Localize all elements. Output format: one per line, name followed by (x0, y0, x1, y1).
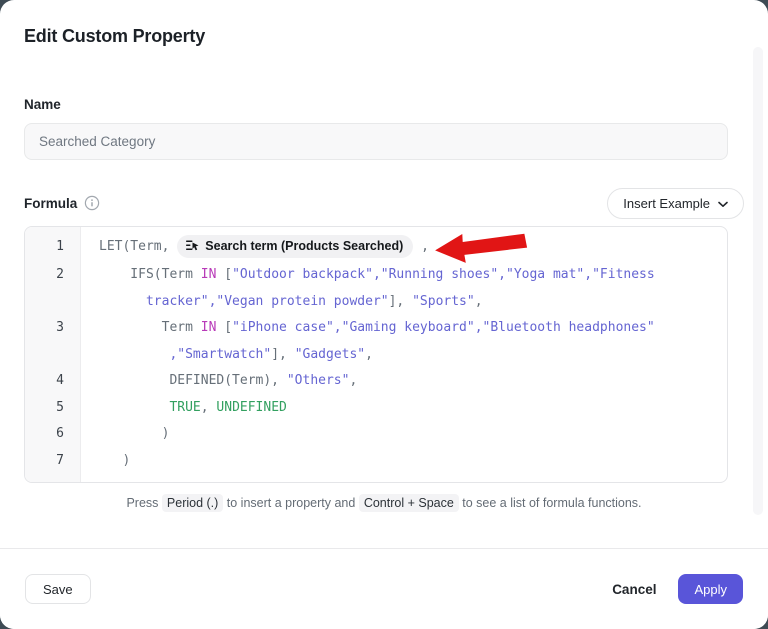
formula-line: 3 Term IN ["iPhone case","Gaming keyboar… (25, 315, 727, 342)
vertical-scrollbar[interactable] (753, 47, 763, 515)
formula-header-row: Formula Insert Example (24, 187, 744, 219)
formula-editor[interactable]: 1LET(Term, Search term (Products Searche… (24, 226, 728, 483)
formula-line: ,"Smartwatch"], "Gadgets", (25, 342, 727, 369)
chevron-down-icon (718, 196, 728, 211)
name-label: Name (24, 97, 744, 112)
formula-line: 5 TRUE, UNDEFINED (25, 395, 727, 422)
modal-title: Edit Custom Property (24, 26, 744, 47)
modal-footer: Save Cancel Apply (0, 549, 768, 629)
line-number: 5 (25, 395, 81, 422)
code-text[interactable]: IFS(Term IN ["Outdoor backpack","Running… (81, 262, 727, 289)
formula-line: tracker","Vegan protein powder"], "Sport… (25, 289, 727, 316)
modal-header: Edit Custom Property (0, 0, 768, 47)
formula-line: 7 ) (25, 448, 727, 475)
code-text[interactable]: DEFINED(Term), "Others", (81, 368, 727, 395)
property-chip-label: Search term (Products Searched) (205, 240, 403, 253)
formula-line: 6 ) (25, 421, 727, 448)
code-text[interactable]: TRUE, UNDEFINED (81, 395, 727, 422)
formula-line: 4 DEFINED(Term), "Others", (25, 368, 727, 395)
formula-line: 1LET(Term, Search term (Products Searche… (25, 232, 727, 262)
formula-code[interactable]: 1LET(Term, Search term (Products Searche… (25, 232, 727, 474)
keyboard-shortcut-badge: Control + Space (359, 494, 459, 512)
apply-button[interactable]: Apply (678, 574, 743, 604)
formula-label: Formula (24, 196, 77, 211)
line-number: 1 (25, 232, 81, 262)
code-text[interactable]: ) (81, 421, 727, 448)
line-number (25, 289, 81, 316)
line-number: 6 (25, 421, 81, 448)
line-number (25, 342, 81, 369)
code-text[interactable]: tracker","Vegan protein powder"], "Sport… (81, 289, 727, 316)
line-number: 4 (25, 368, 81, 395)
code-text[interactable]: Term IN ["iPhone case","Gaming keyboard"… (81, 315, 727, 342)
info-icon[interactable] (84, 195, 100, 211)
cancel-button[interactable]: Cancel (612, 582, 656, 597)
code-text[interactable]: LET(Term, Search term (Products Searched… (81, 232, 727, 262)
keyboard-shortcut-badge: Period (.) (162, 494, 223, 512)
formula-line: 2 IFS(Term IN ["Outdoor backpack","Runni… (25, 262, 727, 289)
formula-hint-text: Press Period (.) to insert a property an… (24, 496, 744, 510)
property-cursor-icon (186, 239, 199, 255)
modal-body: Name Formula Insert Example (0, 47, 768, 549)
property-chip[interactable]: Search term (Products Searched) (177, 235, 413, 259)
code-text[interactable]: ) (81, 448, 727, 475)
insert-example-label: Insert Example (623, 196, 710, 211)
line-number: 7 (25, 448, 81, 475)
name-input[interactable] (24, 123, 728, 160)
save-button[interactable]: Save (25, 574, 91, 604)
insert-example-button[interactable]: Insert Example (607, 188, 744, 219)
edit-custom-property-modal: Edit Custom Property Name Formula Insert… (0, 0, 768, 629)
line-number: 3 (25, 315, 81, 342)
code-text[interactable]: ,"Smartwatch"], "Gadgets", (81, 342, 727, 369)
line-number: 2 (25, 262, 81, 289)
